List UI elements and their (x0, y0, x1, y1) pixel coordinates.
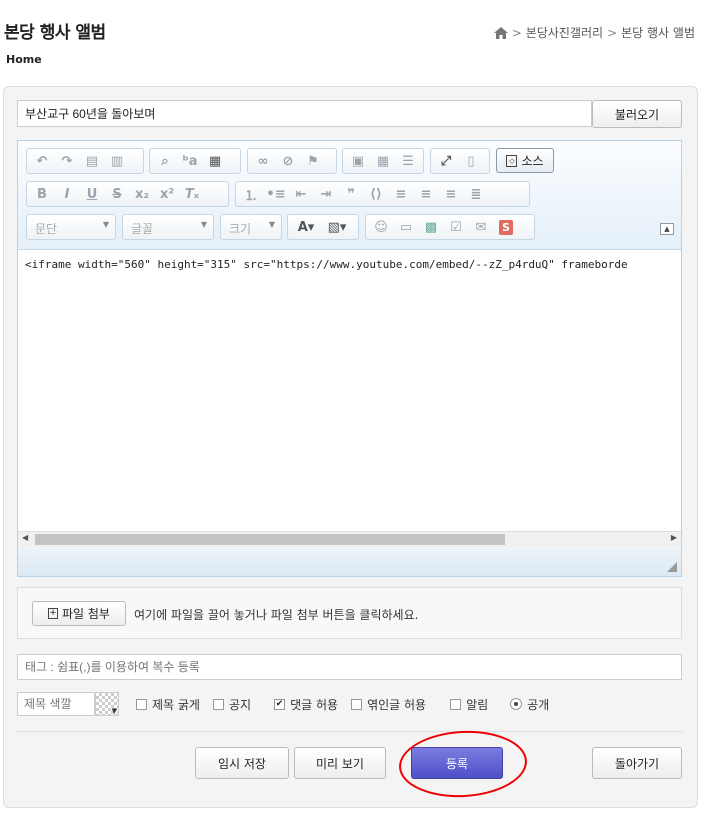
media-icon[interactable]: ▩ (419, 216, 443, 238)
underline-icon[interactable]: U (80, 183, 104, 205)
option-notice[interactable]: 공지 (212, 696, 251, 713)
outdent-icon[interactable]: ⇤ (289, 183, 313, 205)
chevron-down-icon: ▼ (102, 220, 109, 229)
undo-icon[interactable]: ↶ (30, 150, 54, 172)
numbered-list-icon[interactable]: ⒈ (239, 183, 263, 205)
font-family-select[interactable]: 글꼴 ▼ (122, 214, 214, 240)
paragraph-format-select[interactable]: 문단 ▼ (26, 214, 116, 240)
checkbox-checked[interactable]: ✔ (274, 698, 286, 710)
chevron-down-icon: ▼ (111, 707, 117, 715)
special-plugin-icon[interactable]: S (494, 216, 518, 238)
scroll-right-icon[interactable]: ▶ (671, 533, 677, 542)
checkbox[interactable] (136, 698, 147, 710)
breadcrumb-separator: > (511, 25, 522, 40)
emoticon-icon[interactable]: ☺ (369, 216, 393, 238)
breadcrumb: > 본당사진갤러리 > 본당 행사 앨범 (493, 24, 695, 41)
title-input[interactable] (17, 100, 592, 127)
rich-text-editor: ↶ ↷ ▤ ▥ ⌕ ᵇa ▦ ∞ ⊘ ⚑ ▣ ▦ ☰ ⤢ ▯ ◇ 소스 B I … (17, 140, 682, 577)
scroll-left-icon[interactable]: ◀ (22, 533, 28, 542)
editor-toolbar: ↶ ↷ ▤ ▥ ⌕ ᵇa ▦ ∞ ⊘ ⚑ ▣ ▦ ☰ ⤢ ▯ ◇ 소스 B I … (18, 141, 681, 249)
toolbar-collapse-icon[interactable]: ▲ (660, 223, 674, 235)
maximize-icon[interactable]: ⤢ (434, 150, 458, 172)
file-plus-icon: + (48, 608, 58, 619)
remove-format-icon[interactable]: Tₓ (180, 183, 204, 205)
source-icon: ◇ (506, 154, 518, 167)
home-link[interactable]: Home (6, 53, 42, 66)
replace-icon[interactable]: ᵇa (178, 150, 202, 172)
checkbox[interactable] (450, 698, 462, 710)
anchor-flag-icon[interactable]: ⚑ (301, 150, 325, 172)
indent-icon[interactable]: ⇥ (314, 183, 338, 205)
align-left-icon[interactable]: ≡ (389, 183, 413, 205)
option-notify[interactable]: 알림 (450, 696, 488, 713)
page-title: 본당 행사 앨범 (4, 23, 106, 43)
preview-button[interactable]: 미리 보기 (294, 747, 386, 779)
image-button-icon[interactable]: ✉ (469, 216, 493, 238)
horizontal-rule-icon[interactable]: ☰ (396, 150, 420, 172)
background-color-icon[interactable]: ▧▾ (322, 216, 352, 238)
radio-selected[interactable] (510, 698, 523, 710)
option-allow-trackback[interactable]: 엮인글 허용 (351, 696, 426, 713)
unlink-icon[interactable]: ⊘ (276, 150, 300, 172)
redo-icon[interactable]: ↷ (55, 150, 79, 172)
italic-icon[interactable]: I (55, 183, 79, 205)
title-color-input[interactable] (17, 692, 95, 716)
load-button[interactable]: 불러오기 (592, 100, 682, 128)
table-icon[interactable]: ▦ (371, 150, 395, 172)
show-blocks-icon[interactable]: ▯ (459, 150, 483, 172)
option-allow-comments[interactable]: ✔ 댓글 허용 (274, 696, 338, 713)
paste-icon[interactable]: ▤ (80, 150, 104, 172)
option-bold-title[interactable]: 제목 굵게 (136, 696, 200, 713)
align-right-icon[interactable]: ≡ (439, 183, 463, 205)
blockquote-icon[interactable]: ❞ (339, 183, 363, 205)
attach-hint: 여기에 파일을 끌어 놓거나 파일 첨부 버튼을 클릭하세요. (134, 608, 419, 622)
chevron-down-icon: ▼ (268, 220, 275, 229)
home-icon[interactable] (493, 26, 508, 39)
link-icon[interactable]: ∞ (251, 150, 275, 172)
text-color-icon[interactable]: A▾ (291, 216, 321, 238)
paste-text-icon[interactable]: ▥ (105, 150, 129, 172)
editor-horizontal-scrollbar[interactable]: ◀ ▶ (18, 531, 681, 547)
bold-icon[interactable]: B (30, 183, 54, 205)
div-container-icon[interactable]: ⟨⟩ (364, 183, 388, 205)
breadcrumb-separator: > (607, 25, 618, 40)
checkbox[interactable] (351, 698, 363, 710)
option-public[interactable]: 공개 (510, 696, 549, 713)
breadcrumb-gallery[interactable]: 본당사진갤러리 (526, 24, 603, 41)
align-justify-icon[interactable]: ≣ (464, 183, 488, 205)
flash-icon[interactable]: ▭ (394, 216, 418, 238)
strikethrough-icon[interactable]: S (105, 183, 129, 205)
chevron-down-icon: ▼ (200, 220, 207, 229)
editor-source-text: <iframe width="560" height="315" src="ht… (25, 258, 628, 271)
divider (17, 731, 682, 732)
image-icon[interactable]: ▣ (346, 150, 370, 172)
search-icon[interactable]: ⌕ (153, 150, 177, 172)
editor-content-area[interactable]: <iframe width="560" height="315" src="ht… (18, 249, 681, 531)
tag-input[interactable] (17, 654, 682, 680)
attach-file-button[interactable]: + 파일 첨부 (32, 601, 126, 626)
font-size-select[interactable]: 크기 ▼ (220, 214, 282, 240)
back-button[interactable]: 돌아가기 (592, 747, 682, 779)
title-color-swatch[interactable]: ▼ (95, 692, 119, 716)
align-center-icon[interactable]: ≡ (414, 183, 438, 205)
file-attach-area[interactable]: + 파일 첨부 여기에 파일을 끌어 놓거나 파일 첨부 버튼을 클릭하세요. (17, 587, 682, 639)
editor-status-bar (18, 547, 681, 576)
select-all-icon[interactable]: ▦ (203, 150, 227, 172)
scrollbar-thumb[interactable] (35, 534, 505, 545)
checkbox-form-icon[interactable]: ☑ (444, 216, 468, 238)
source-button[interactable]: ◇ 소스 (496, 148, 554, 173)
superscript-icon[interactable]: x² (155, 183, 179, 205)
resize-grip-icon[interactable] (667, 562, 677, 572)
bullet-list-icon[interactable]: •≡ (264, 183, 288, 205)
checkbox[interactable] (212, 698, 224, 710)
breadcrumb-current[interactable]: 본당 행사 앨범 (621, 24, 695, 41)
subscript-icon[interactable]: x₂ (130, 183, 154, 205)
temp-save-button[interactable]: 임시 저장 (195, 747, 289, 779)
post-options: ▼ 제목 굵게 공지 ✔댓글 허용 엮인글 허용 알림 공개 (17, 692, 682, 716)
